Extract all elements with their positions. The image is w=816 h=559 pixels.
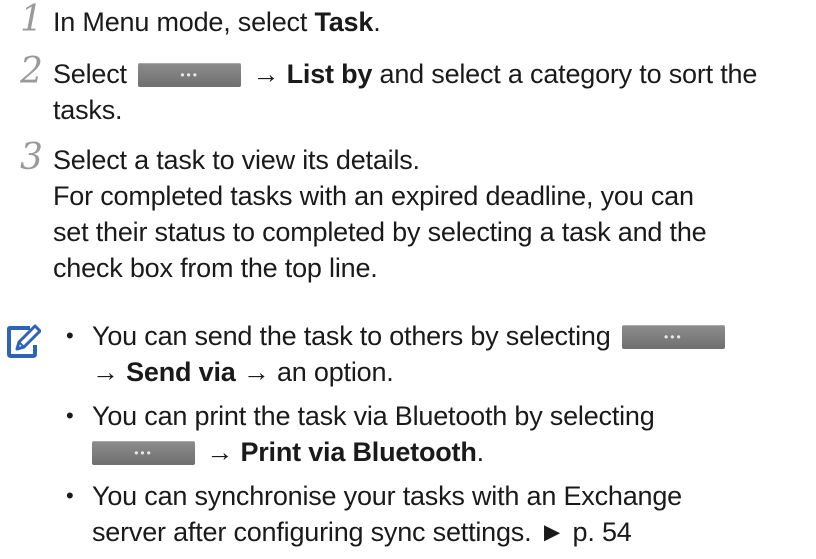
more-options-icon: ••• xyxy=(180,68,199,82)
step-number: 3 xyxy=(20,137,43,178)
menu-item-list-by: List by xyxy=(286,59,373,89)
more-options-icon: ••• xyxy=(664,330,683,344)
note-item: • You can print the task via Bluetooth b… xyxy=(66,401,655,467)
note-item: • You can send the task to others by sel… xyxy=(66,318,811,390)
step-number: 1 xyxy=(20,0,43,40)
menu-item-print-via-bluetooth: Print via Bluetooth xyxy=(240,437,477,467)
menu-item-task: Task xyxy=(314,7,374,37)
more-options-button: ••• xyxy=(92,441,195,465)
step-number: 2 xyxy=(20,51,43,92)
note-list: • You can send the task to others by sel… xyxy=(66,318,811,550)
more-options-button: ••• xyxy=(621,325,725,349)
step-text: Select ••• → List by and select a catego… xyxy=(53,59,758,125)
more-options-icon: ••• xyxy=(134,446,153,460)
menu-item-send-via: Send via xyxy=(126,357,236,387)
more-options-button: ••• xyxy=(138,63,242,87)
step-text: Select a task to view its details. For c… xyxy=(53,145,707,283)
note-item: • You can synchronise your tasks with an… xyxy=(66,481,682,547)
note-pencil-icon xyxy=(7,324,41,358)
step-text: In Menu mode, select Task. xyxy=(53,7,381,37)
